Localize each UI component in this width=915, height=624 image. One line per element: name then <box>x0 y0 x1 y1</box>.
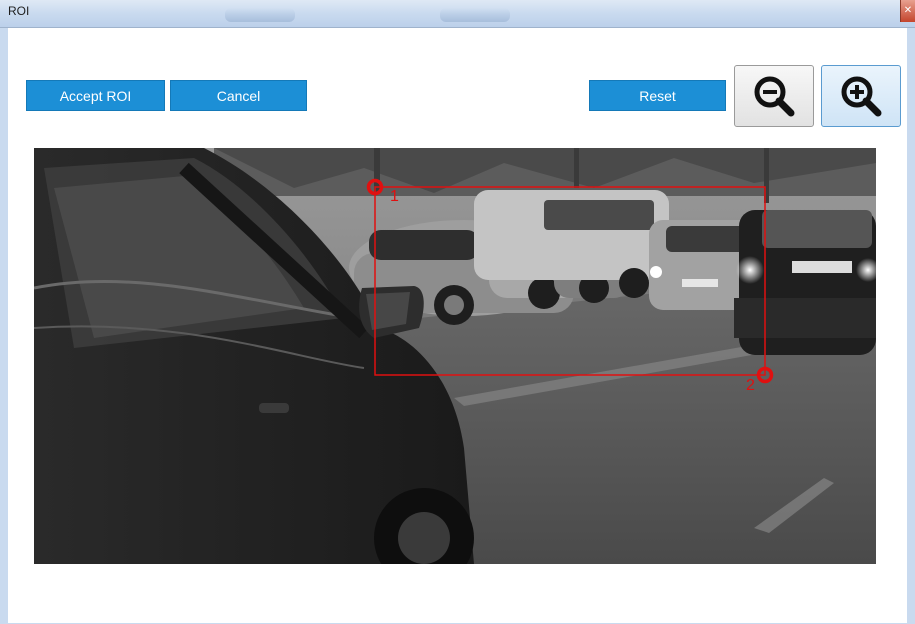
titlebar-glow <box>225 8 295 22</box>
window-title: ROI <box>8 4 30 18</box>
titlebar-glow <box>440 8 510 22</box>
roi-overlay <box>366 178 774 384</box>
close-icon[interactable]: ✕ <box>900 0 915 22</box>
roi-rectangle <box>374 186 766 376</box>
roi-handle-2-label: 2 <box>746 377 755 394</box>
window-titlebar: ROI ✕ <box>0 0 915 28</box>
image-viewport[interactable]: 1 2 <box>34 148 876 564</box>
reset-button[interactable]: Reset <box>589 80 726 111</box>
zoom-out-button[interactable] <box>734 65 814 127</box>
accept-roi-button[interactable]: Accept ROI <box>26 80 165 111</box>
zoom-in-button[interactable] <box>821 65 901 127</box>
zoom-in-icon <box>841 76 882 117</box>
cancel-button[interactable]: Cancel <box>170 80 307 111</box>
zoom-out-icon <box>754 76 795 117</box>
roi-handle-1-label: 1 <box>390 188 399 205</box>
